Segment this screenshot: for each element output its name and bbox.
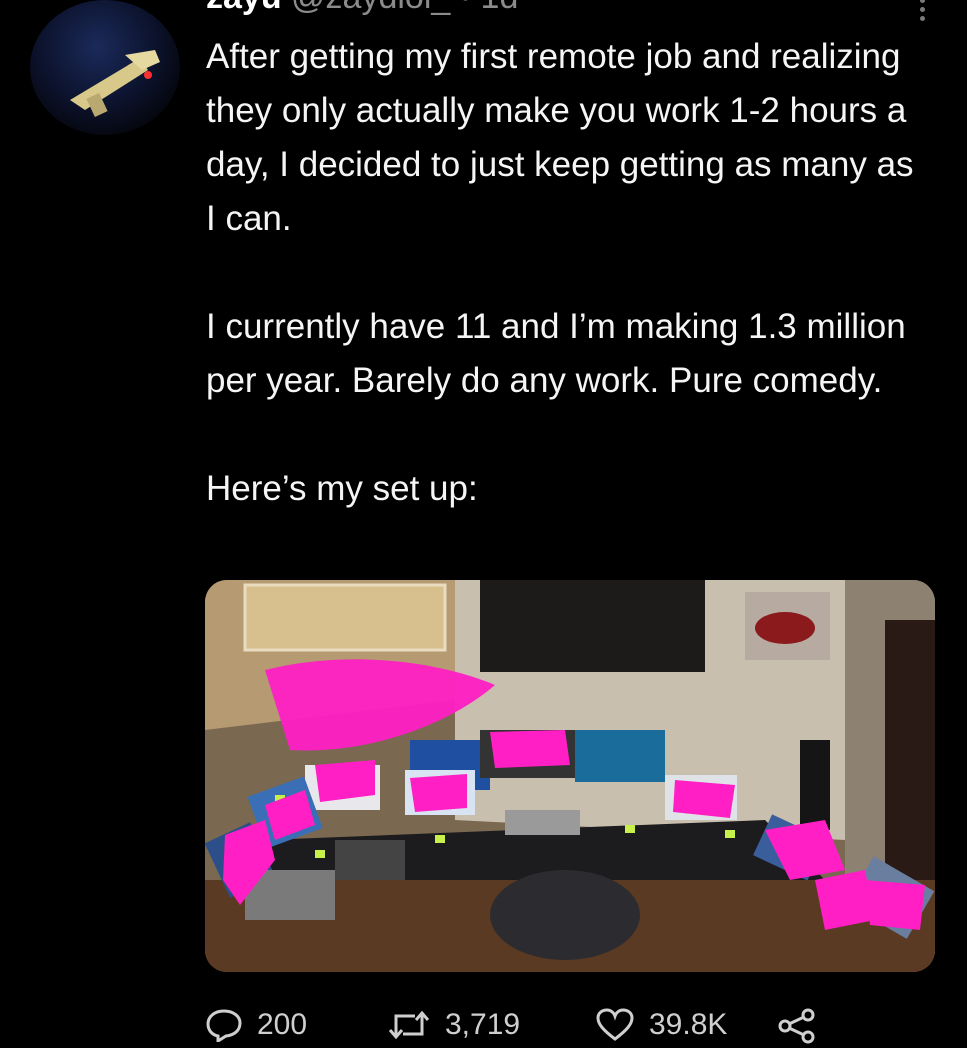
avatar[interactable] (30, 0, 180, 135)
tweet-actions: 200 3,719 39.8K (205, 1008, 845, 1048)
desk-setup-photo (205, 580, 935, 972)
heart-icon (596, 1008, 634, 1041)
share-icon (778, 1008, 815, 1044)
tweet-age: · 1d (460, 0, 519, 16)
retweet-arrows-icon (388, 1010, 430, 1040)
tweet-photo[interactable] (205, 580, 935, 972)
tweet-header: zayu @zaydiol_ · 1d (206, 0, 518, 18)
reply-bubble-icon (206, 1009, 242, 1042)
share-button[interactable] (777, 1008, 831, 1044)
reply-count: 200 (257, 1008, 308, 1041)
more-dots-icon[interactable] (915, 0, 929, 24)
display-name[interactable]: zayu (206, 0, 282, 16)
avatar-image (70, 50, 160, 118)
like-count: 39.8K (649, 1008, 728, 1041)
retweet-button[interactable]: 3,719 (387, 1008, 520, 1042)
like-button[interactable]: 39.8K (595, 1008, 727, 1042)
tweet-paragraph: Here’s my set up: (206, 469, 478, 508)
handle[interactable]: @zaydiol_ (291, 0, 450, 16)
tweet-body: After getting my first remote job and re… (206, 30, 926, 516)
retweet-count: 3,719 (445, 1008, 521, 1041)
tweet-paragraph: After getting my first remote job and re… (206, 37, 914, 238)
tweet-paragraph: I currently have 11 and I’m making 1.3 m… (206, 307, 906, 400)
reply-button[interactable]: 200 (205, 1008, 307, 1042)
